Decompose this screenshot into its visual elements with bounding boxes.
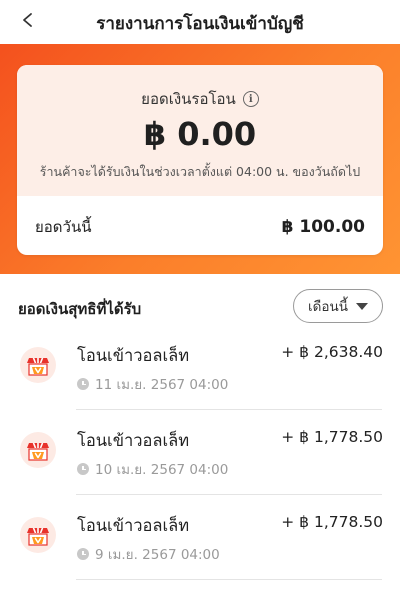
- pending-label-row: ยอดเงินรอโอน i: [17, 87, 383, 111]
- transaction-date: 9 เม.ย. 2567 04:00: [95, 547, 220, 563]
- pending-note: ร้านค้าจะได้รับเงินในช่วงเวลาตั้งแต่ 04:…: [39, 164, 361, 179]
- shop-wallet-icon: [20, 517, 56, 553]
- section-title: ยอดเงินสุทธิที่ได้รับ: [18, 300, 142, 318]
- top-bar: รายงานการโอนเงินเข้าบัญชี: [0, 0, 400, 44]
- clock-icon: [77, 378, 89, 390]
- clock-icon: [77, 463, 89, 475]
- transaction-title: โอนเข้าวอลเล็ท: [77, 516, 190, 535]
- balance-card: ยอดเงินรอโอน i ฿ 0.00 ร้านค้าจะได้รับเงิ…: [17, 65, 383, 255]
- month-filter-label: เดือนนี้: [308, 299, 348, 315]
- transaction-amount: + ฿ 1,778.50: [281, 513, 383, 531]
- row-divider: [76, 579, 382, 580]
- transaction-amount: + ฿ 2,638.40: [281, 343, 383, 361]
- transaction-date-row: 11 เม.ย. 2567 04:00: [77, 373, 228, 395]
- transaction-list: โอนเข้าวอลเล็ท 11 เม.ย. 2567 04:00 + ฿ 2…: [0, 325, 400, 580]
- shop-wallet-icon: [20, 347, 56, 383]
- transaction-amount: + ฿ 1,778.50: [281, 428, 383, 446]
- today-row: ยอดวันนี้ ฿ 100.00: [35, 215, 365, 239]
- page-title: รายงานการโอนเงินเข้าบัญชี: [96, 14, 304, 34]
- clock-icon: [77, 548, 89, 560]
- transaction-title: โอนเข้าวอลเล็ท: [77, 346, 190, 365]
- today-amount: ฿ 100.00: [281, 217, 365, 237]
- today-label: ยอดวันนี้: [35, 218, 92, 236]
- transaction-row[interactable]: โอนเข้าวอลเล็ท 9 เม.ย. 2567 04:00 + ฿ 1,…: [0, 495, 400, 580]
- transaction-date: 10 เม.ย. 2567 04:00: [95, 462, 229, 478]
- transaction-date-row: 10 เม.ย. 2567 04:00: [77, 458, 228, 480]
- pending-label: ยอดเงินรอโอน: [141, 90, 236, 108]
- shop-wallet-icon: [20, 432, 56, 468]
- transaction-date-row: 9 เม.ย. 2567 04:00: [77, 543, 220, 565]
- transaction-row[interactable]: โอนเข้าวอลเล็ท 11 เม.ย. 2567 04:00 + ฿ 2…: [0, 325, 400, 410]
- pending-balance-panel: ยอดเงินรอโอน i ฿ 0.00 ร้านค้าจะได้รับเงิ…: [17, 65, 383, 196]
- month-filter-dropdown[interactable]: เดือนนี้: [293, 289, 383, 323]
- pending-amount: ฿ 0.00: [143, 115, 257, 153]
- info-icon[interactable]: i: [242, 91, 259, 107]
- transaction-title: โอนเข้าวอลเล็ท: [77, 431, 190, 450]
- transaction-row[interactable]: โอนเข้าวอลเล็ท 10 เม.ย. 2567 04:00 + ฿ 1…: [0, 410, 400, 495]
- transaction-date: 11 เม.ย. 2567 04:00: [95, 377, 229, 393]
- caret-down-icon: [355, 302, 368, 310]
